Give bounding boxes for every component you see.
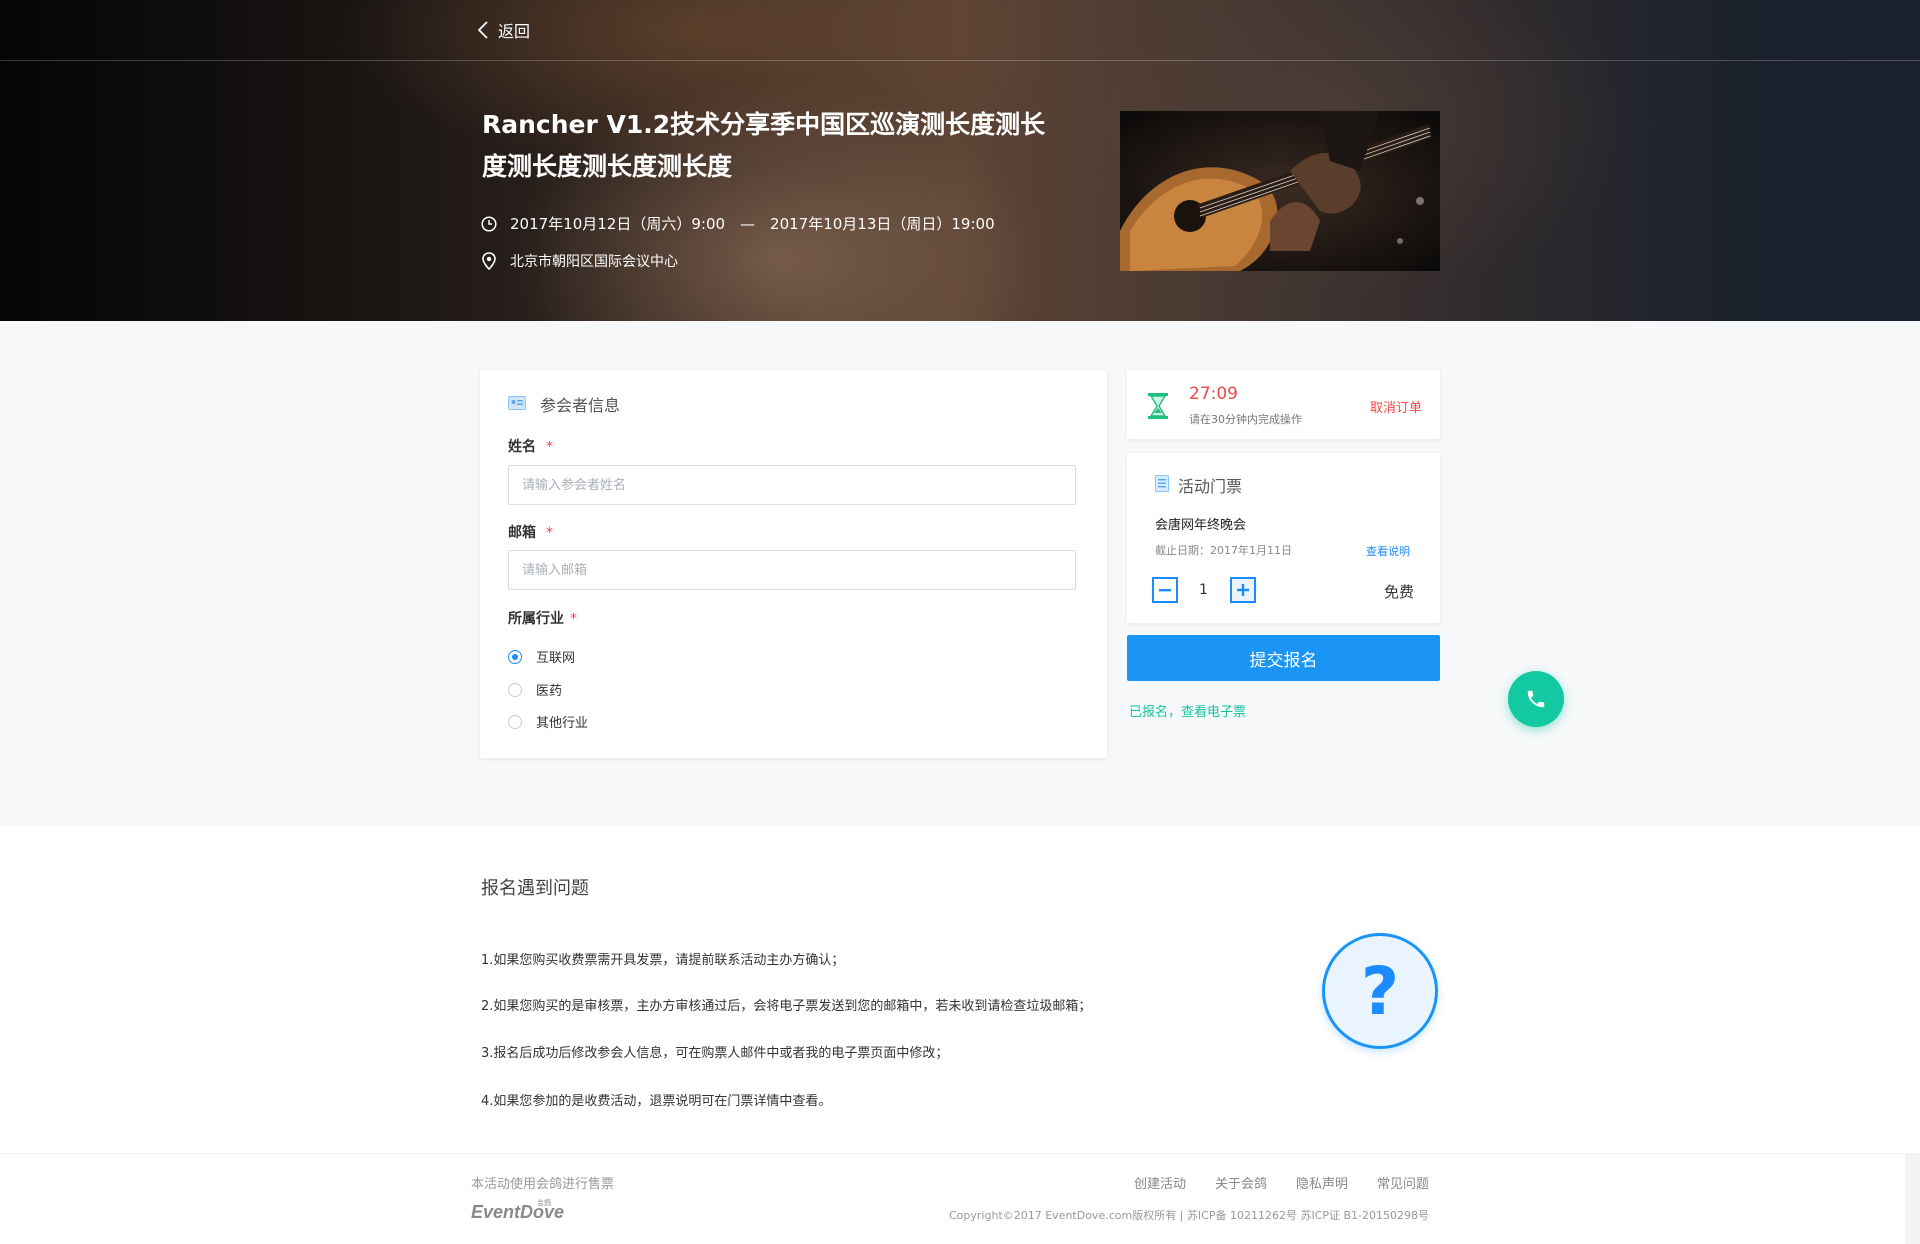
event-time-row: 2017年10月12日（周六）9:00 — 2017年10月13日（周日）19:… <box>480 213 995 234</box>
ticket-detail-link[interactable]: 查看说明 <box>1366 543 1410 559</box>
ticket-card: 活动门票 会唐网年终晚会 截止日期：2017年1月11日 查看说明 1 免费 <box>1127 453 1440 623</box>
ticket-price: 免费 <box>1383 583 1414 601</box>
phone-icon <box>1527 690 1545 708</box>
countdown-card: 27:09 请在30分钟内完成操作 取消订单 <box>1127 370 1440 439</box>
faq-title: 报名遇到问题 <box>481 878 589 899</box>
quantity-increase-button[interactable] <box>1230 577 1256 603</box>
minus-icon <box>1159 589 1171 592</box>
footer-note: 本活动使用会鸽进行售票 <box>471 1177 615 1192</box>
event-title: Rancher V1.2技术分享季中国区巡演测长度测长度测长度测长度测长度 <box>482 110 1046 181</box>
submit-registration-button[interactable]: 提交报名 <box>1127 635 1440 681</box>
logo-cn-text: 会鸽 <box>537 1198 551 1207</box>
radio-selected-icon <box>508 649 522 664</box>
industry-label-text: 所属行业 <box>508 611 564 627</box>
ticket-name: 会唐网年终晚会 <box>1155 518 1247 533</box>
countdown-hint: 请在30分钟内完成操作 <box>1189 413 1302 426</box>
industry-option-other[interactable]: 其他行业 <box>508 712 588 731</box>
eventdove-logo: EventDove 会鸽 <box>471 1198 571 1224</box>
industry-option-label: 互联网 <box>536 651 576 666</box>
attendee-form-card: 参会者信息 姓名 * 邮箱 * 所属行业 * 互联网 医药 其他行业 <box>480 370 1107 758</box>
footer-link-faq[interactable]: 常见问题 <box>1377 1173 1429 1192</box>
faq-item: 2.如果您购买的是审核票，主办方审核通过后，会将电子票发送到您的邮箱中，若未收到… <box>481 999 1092 1014</box>
email-label-text: 邮箱 <box>508 525 536 541</box>
footer-link-privacy[interactable]: 隐私声明 <box>1296 1173 1348 1192</box>
attendee-section-title: 参会者信息 <box>540 396 621 415</box>
quantity-decrease-button[interactable] <box>1152 577 1178 603</box>
event-location-row: 北京市朝阳区国际会议中心 <box>480 251 678 271</box>
event-hero-banner: 返回 Rancher V1.2技术分享季中国区巡演测长度测长度测长度测长度测长度… <box>0 0 1920 321</box>
plus-icon <box>1237 584 1249 596</box>
industry-option-label: 其他行业 <box>536 716 589 731</box>
footer-copyright: Copyright©2017 EventDove.com版权所有 | 苏ICP备… <box>948 1209 1429 1222</box>
chevron-left-icon <box>478 21 488 39</box>
footer-link-create-event[interactable]: 创建活动 <box>1134 1173 1186 1192</box>
ticket-section-title: 活动门票 <box>1178 477 1243 496</box>
name-label-text: 姓名 <box>508 439 536 455</box>
industry-field-label: 所属行业 * <box>508 608 577 628</box>
id-card-icon <box>508 395 526 414</box>
countdown-value: 27:09 <box>1189 384 1238 404</box>
email-input[interactable] <box>508 550 1076 590</box>
location-pin-icon <box>480 252 498 270</box>
faq-item: 3.报名后成功后修改参会人信息，可在购票人邮件中或者我的电子票页面中修改； <box>481 1046 949 1061</box>
industry-option-label: 医药 <box>536 684 563 699</box>
view-eticket-link[interactable]: 已报名，查看电子票 <box>1129 701 1246 720</box>
quantity-value: 1 <box>1199 582 1208 598</box>
back-button[interactable]: 返回 <box>478 18 530 42</box>
ticket-list-icon <box>1155 474 1169 496</box>
name-input[interactable] <box>508 465 1076 505</box>
name-field-label: 姓名 * <box>508 436 553 456</box>
hourglass-icon <box>1147 392 1169 424</box>
required-mark: * <box>546 439 553 455</box>
ticket-section-header: 活动门票 <box>1155 473 1242 497</box>
ticket-deadline: 截止日期：2017年1月11日 <box>1155 544 1292 557</box>
faq-item: 1.如果您购买收费票需开具发票，请提前联系活动主办方确认； <box>481 953 845 968</box>
question-mark-icon: ? <box>1322 933 1438 1049</box>
attendee-section-header: 参会者信息 <box>508 392 620 416</box>
footer-links: 创建活动 关于会鸽 隐私声明 常见问题 <box>1134 1173 1429 1192</box>
scrollbar-track <box>1905 1153 1920 1244</box>
event-location: 北京市朝阳区国际会议中心 <box>510 254 678 270</box>
email-field-label: 邮箱 * <box>508 522 553 542</box>
radio-icon <box>508 682 522 697</box>
contact-phone-button[interactable] <box>1508 671 1564 727</box>
radio-icon <box>508 714 522 729</box>
top-bar <box>0 0 1920 61</box>
event-time: 2017年10月12日（周六）9:00 — 2017年10月13日（周日）19:… <box>510 215 995 233</box>
industry-option-internet[interactable]: 互联网 <box>508 647 575 666</box>
back-label: 返回 <box>498 22 531 41</box>
required-mark: * <box>546 525 553 541</box>
event-cover-image <box>1120 111 1440 271</box>
industry-option-medicine[interactable]: 医药 <box>508 680 562 699</box>
clock-icon <box>480 215 498 233</box>
footer-divider <box>0 1153 1905 1154</box>
required-mark: * <box>570 611 577 627</box>
footer-link-about[interactable]: 关于会鸽 <box>1215 1173 1267 1192</box>
faq-item: 4.如果您参加的是收费活动，退票说明可在门票详情中查看。 <box>481 1094 832 1109</box>
cancel-order-link[interactable]: 取消订单 <box>1370 397 1422 416</box>
